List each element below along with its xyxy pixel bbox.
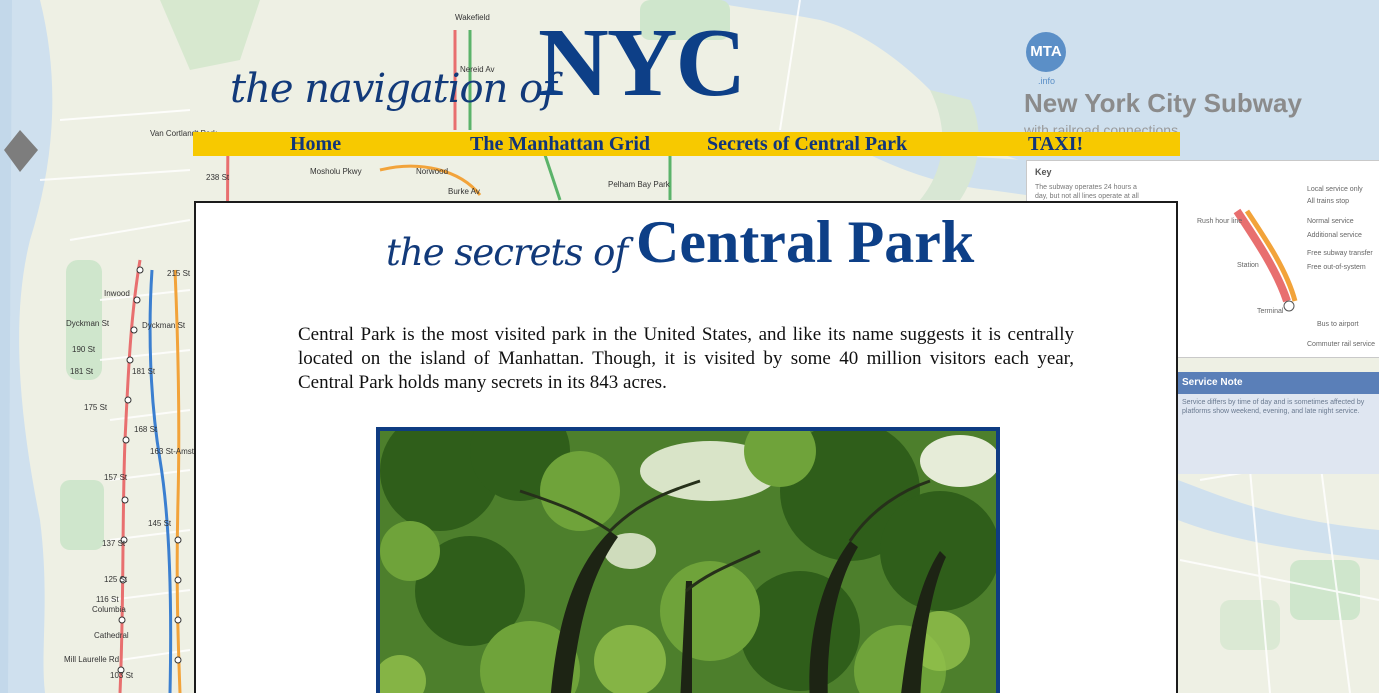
service-note-panel: Service Note Service differs by time of … bbox=[1178, 372, 1379, 474]
main-nav: Home The Manhattan Grid Secrets of Centr… bbox=[193, 132, 1180, 156]
subway-map-title: New York City Subway bbox=[1024, 88, 1302, 118]
intro-paragraph: Central Park is the most visited park in… bbox=[298, 324, 1074, 393]
svg-text:157 St: 157 St bbox=[104, 473, 128, 482]
svg-text:168 St: 168 St bbox=[134, 425, 158, 434]
page-heading: the secrets of Central Park bbox=[386, 207, 1006, 297]
nav-central-park-link[interactable]: Secrets of Central Park bbox=[707, 132, 907, 156]
svg-text:181 St: 181 St bbox=[132, 367, 156, 376]
map-legend-graphic: Local service only All trains stop Norma… bbox=[1197, 186, 1375, 348]
svg-text:238 St: 238 St bbox=[206, 173, 230, 182]
svg-text:Inwood: Inwood bbox=[104, 289, 130, 298]
svg-text:Norwood: Norwood bbox=[416, 167, 448, 176]
svg-text:Mill Laurelle Rd: Mill Laurelle Rd bbox=[64, 655, 119, 664]
page-heading-script: the secrets of bbox=[386, 231, 628, 274]
svg-text:Mosholu Pkwy: Mosholu Pkwy bbox=[310, 167, 362, 176]
service-note-title: Service Note bbox=[1178, 372, 1379, 394]
central-park-photo bbox=[376, 427, 1000, 693]
svg-text:Normal service: Normal service bbox=[1307, 218, 1354, 225]
svg-text:Free out-of-system: Free out-of-system bbox=[1307, 264, 1366, 271]
svg-text:Burke Av: Burke Av bbox=[448, 187, 480, 196]
nav-home-link[interactable]: Home bbox=[290, 132, 341, 156]
svg-text:145 St: 145 St bbox=[148, 519, 172, 528]
svg-text:Station: Station bbox=[1237, 262, 1259, 269]
site-header: the navigation of NYC bbox=[230, 14, 790, 132]
svg-text:Rush hour line: Rush hour line bbox=[1197, 218, 1242, 225]
svg-text:Additional service: Additional service bbox=[1307, 232, 1362, 239]
svg-text:Dyckman St: Dyckman St bbox=[142, 321, 186, 330]
svg-text:175 St: 175 St bbox=[84, 403, 108, 412]
site-title-script: the navigation of bbox=[230, 66, 557, 112]
svg-text:163 St-Amst: 163 St-Amst bbox=[150, 447, 195, 456]
svg-text:All trains stop: All trains stop bbox=[1307, 198, 1349, 205]
svg-text:Terminal: Terminal bbox=[1257, 308, 1284, 315]
svg-text:116 St: 116 St bbox=[96, 595, 119, 604]
svg-text:Columbia: Columbia bbox=[92, 605, 126, 614]
svg-text:215 St: 215 St bbox=[167, 269, 191, 278]
svg-text:137 St: 137 St bbox=[102, 539, 126, 548]
svg-text:Free subway transfer: Free subway transfer bbox=[1307, 250, 1373, 257]
svg-text:Bus to airport: Bus to airport bbox=[1317, 321, 1359, 328]
svg-text:Dyckman St: Dyckman St bbox=[66, 319, 110, 328]
site-title: NYC bbox=[538, 9, 746, 117]
svg-text:190 St: 190 St bbox=[72, 345, 96, 354]
svg-text:181 St: 181 St bbox=[70, 367, 94, 376]
map-key-text: The subway operates 24 hours a day, but … bbox=[1035, 184, 1139, 200]
subway-map-title-block: MTA .info New York City Subway with rail… bbox=[1024, 30, 1354, 140]
svg-text:125 St: 125 St bbox=[104, 575, 128, 584]
svg-text:Pelham Bay Park: Pelham Bay Park bbox=[608, 180, 671, 189]
mta-logo: MTA bbox=[1026, 32, 1066, 72]
map-key-title: Key bbox=[1035, 167, 1052, 177]
nav-taxi-link[interactable]: TAXI! bbox=[1028, 132, 1083, 156]
service-note-body: Service differs by time of day and is so… bbox=[1182, 399, 1365, 415]
nav-manhattan-grid-link[interactable]: The Manhattan Grid bbox=[470, 132, 650, 156]
main-content: the secrets of Central Park Central Park… bbox=[194, 201, 1178, 693]
svg-text:103 St: 103 St bbox=[110, 671, 134, 680]
svg-text:Local service only: Local service only bbox=[1307, 186, 1363, 193]
page-title: Central Park bbox=[636, 209, 975, 275]
svg-text:Commuter rail service: Commuter rail service bbox=[1307, 341, 1375, 348]
svg-text:Cathedral: Cathedral bbox=[94, 631, 129, 640]
mta-info-label: .info bbox=[1038, 76, 1056, 86]
